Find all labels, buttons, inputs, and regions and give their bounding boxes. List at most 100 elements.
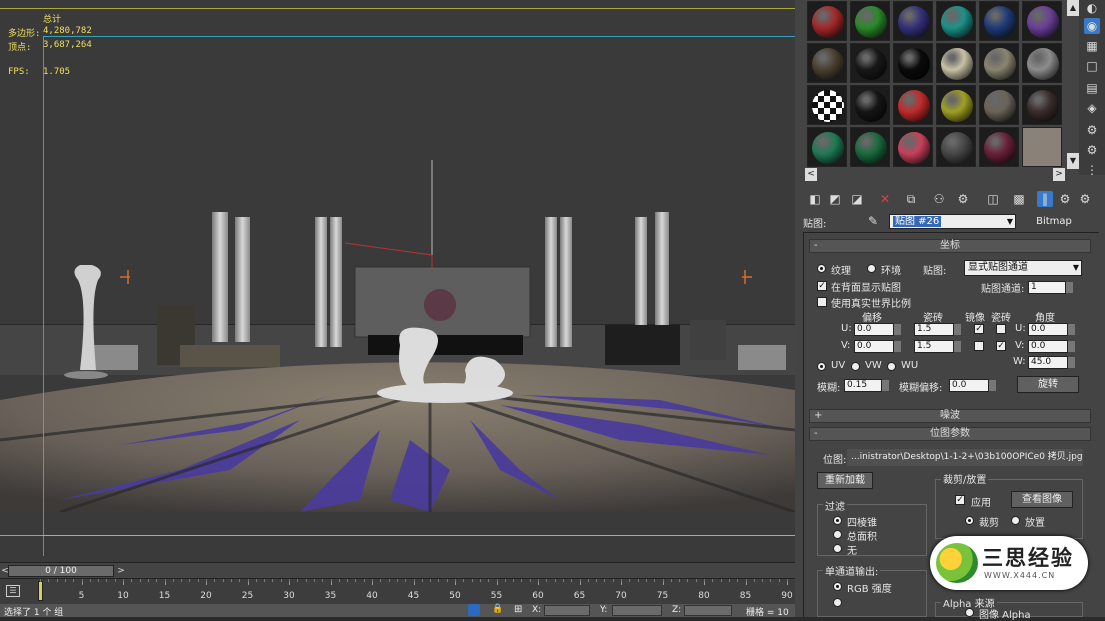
view-image-button[interactable]: 查看图像 — [1011, 491, 1073, 508]
material-slot[interactable] — [850, 127, 890, 167]
u-mirror-checkbox[interactable]: ✓ — [974, 324, 984, 334]
show-map-icon[interactable]: ▩ — [1011, 191, 1027, 207]
material-slot[interactable] — [1022, 1, 1062, 41]
material-slot[interactable] — [807, 43, 847, 83]
material-slot[interactable] — [936, 127, 976, 167]
summed-area-radio[interactable] — [833, 530, 842, 539]
reload-button[interactable]: 重新加载 — [817, 472, 873, 489]
get-material-icon[interactable]: ◧ — [807, 191, 823, 207]
copy-material-icon[interactable]: ⧉ — [903, 191, 919, 207]
material-slot[interactable] — [979, 85, 1019, 125]
sample-type-icon[interactable]: ◐ — [1084, 0, 1100, 16]
rgb-intensity-radio[interactable] — [833, 582, 842, 591]
material-slot[interactable] — [893, 127, 933, 167]
material-slot[interactable] — [893, 1, 933, 41]
u-offset-spinner[interactable]: 0.0 — [854, 323, 901, 336]
coordinates-rollout-header[interactable]: - 坐标 — [809, 239, 1091, 253]
u-tiling-spinner[interactable]: 1.5 — [914, 323, 961, 336]
map-type-button[interactable]: Bitmap — [1021, 213, 1087, 230]
options-icon[interactable]: ⚙ — [1084, 122, 1100, 138]
rotate-button[interactable]: 旋转 — [1017, 376, 1079, 393]
go-forward-icon[interactable]: ⚙ — [1077, 191, 1093, 207]
material-slot[interactable] — [1022, 85, 1062, 125]
slots-scroll-down[interactable]: ▼ — [1067, 153, 1079, 169]
show-map-on-back-checkbox[interactable]: ✓ — [817, 281, 827, 291]
material-id-icon[interactable]: ◫ — [985, 191, 1001, 207]
alpha-mono-radio[interactable] — [833, 598, 842, 607]
environ-radio[interactable] — [867, 264, 876, 273]
material-slot[interactable] — [850, 85, 890, 125]
assign-to-selection-icon[interactable]: ◪ — [849, 191, 865, 207]
make-preview-icon[interactable]: ◈ — [1084, 100, 1100, 116]
texture-radio[interactable] — [817, 264, 826, 273]
wu-radio[interactable] — [887, 362, 896, 371]
material-slot[interactable] — [936, 1, 976, 41]
noise-rollout-header[interactable]: + 噪波 — [809, 409, 1091, 423]
mapping-dropdown[interactable]: 显式贴图通道 ▼ — [964, 260, 1082, 276]
material-navigator-icon[interactable]: ⋮ — [1084, 162, 1100, 178]
material-slot[interactable] — [807, 1, 847, 41]
blur-spinner[interactable]: 0.15 — [844, 379, 889, 392]
track-bar[interactable]: ☰ 5 10 15 20 25 30 35 40 45 50 55 60 65 70 75 80 85 90 — [0, 578, 795, 604]
background-icon[interactable]: ▦ — [1084, 38, 1100, 54]
eyedropper-icon[interactable]: ✎ — [865, 213, 881, 229]
material-slot[interactable] — [1022, 43, 1062, 83]
material-slot[interactable] — [979, 1, 1019, 41]
bitmap-path-button[interactable]: ...inistrator\Desktop\1-1-2+\03b100OPICe… — [847, 449, 1083, 466]
apply-checkbox[interactable]: ✓ — [955, 495, 965, 505]
image-alpha-radio[interactable] — [965, 608, 974, 617]
video-color-icon[interactable]: ▤ — [1084, 80, 1100, 96]
v-angle-spinner[interactable]: 0.0 — [1028, 340, 1075, 353]
blur-offset-spinner[interactable]: 0.0 — [949, 379, 996, 392]
material-slot[interactable] — [1022, 127, 1062, 167]
material-slot[interactable] — [979, 43, 1019, 83]
material-slot[interactable] — [850, 43, 890, 83]
time-slider[interactable]: 0 / 100 — [8, 565, 114, 577]
material-slot[interactable] — [936, 43, 976, 83]
u-angle-spinner[interactable]: 0.0 — [1028, 323, 1075, 336]
go-to-parent-icon[interactable]: ⚙ — [1057, 191, 1073, 207]
w-angle-spinner[interactable]: 45.0 — [1028, 356, 1075, 369]
uv-tiling-icon[interactable]: □ — [1084, 58, 1100, 74]
material-slot[interactable] — [936, 85, 976, 125]
material-slot[interactable] — [807, 85, 847, 125]
pyramidal-radio[interactable] — [833, 516, 842, 525]
u-tile-checkbox[interactable] — [996, 324, 1006, 334]
put-to-library-icon[interactable]: ⚙ — [955, 191, 971, 207]
make-unique-icon[interactable]: ⚇ — [931, 191, 947, 207]
v-mirror-checkbox[interactable] — [974, 341, 984, 351]
material-slot[interactable] — [850, 1, 890, 41]
select-by-material-icon[interactable]: ⚙ — [1084, 142, 1100, 158]
selection-lock-icon[interactable] — [468, 604, 480, 616]
material-slot[interactable] — [893, 43, 933, 83]
y-coord-field[interactable] — [612, 605, 662, 616]
crop-radio[interactable] — [965, 516, 974, 525]
real-world-scale-checkbox[interactable] — [817, 297, 827, 307]
track-bar-icon[interactable]: ☰ — [6, 585, 20, 597]
z-coord-field[interactable] — [684, 605, 732, 616]
show-end-result-icon[interactable]: ‖ — [1037, 191, 1053, 207]
map-channel-spinner[interactable]: 1 — [1028, 281, 1073, 294]
place-radio[interactable] — [1011, 516, 1020, 525]
v-tile-checkbox[interactable]: ✓ — [996, 341, 1006, 351]
slots-scroll-right[interactable]: > — [1053, 168, 1065, 181]
perspective-viewport[interactable]: 总计 多边形: 4,280,782 顶点: 3,687,264 FPS: 1.7… — [0, 0, 795, 562]
backlight-icon[interactable]: ◉ — [1084, 18, 1100, 34]
uv-radio[interactable] — [817, 362, 826, 371]
bitmap-params-rollout-header[interactable]: - 位图参数 — [809, 427, 1091, 441]
lock-icon[interactable]: 🔒 — [492, 604, 503, 614]
material-slot[interactable] — [979, 127, 1019, 167]
x-coord-field[interactable] — [544, 605, 590, 616]
put-to-scene-icon[interactable]: ◩ — [827, 191, 843, 207]
reset-map-icon[interactable]: ✕ — [877, 191, 893, 207]
filter-none-radio[interactable] — [833, 544, 842, 553]
timeline-current-marker[interactable] — [38, 581, 43, 601]
map-name-field[interactable]: 贴图 #26 ▼ — [889, 214, 1016, 229]
v-tiling-spinner[interactable]: 1.5 — [914, 340, 961, 353]
material-slot[interactable] — [807, 127, 847, 167]
time-next-button[interactable]: > — [116, 564, 126, 578]
material-slot[interactable] — [893, 85, 933, 125]
slots-scroll-left[interactable]: < — [805, 168, 817, 181]
vw-radio[interactable] — [851, 362, 860, 371]
v-offset-spinner[interactable]: 0.0 — [854, 340, 901, 353]
